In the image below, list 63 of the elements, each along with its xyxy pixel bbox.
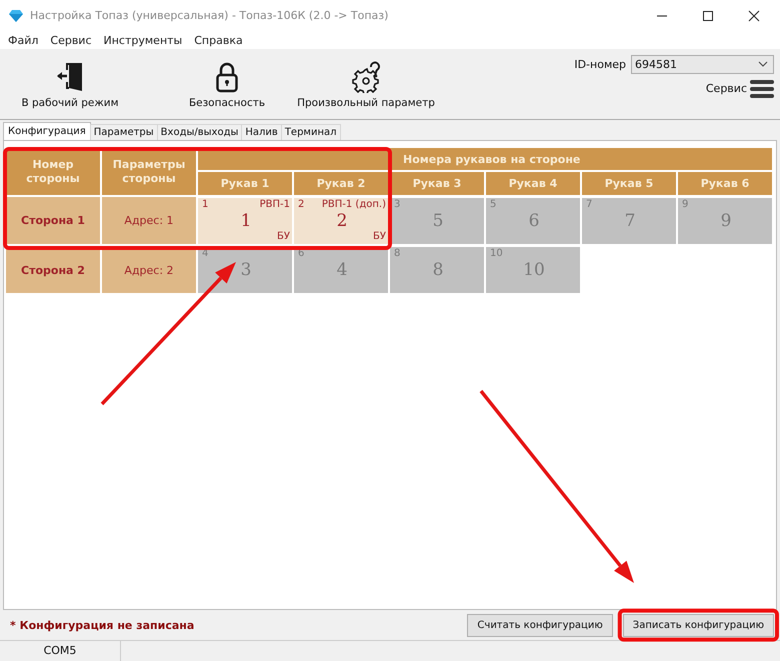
column-header: Рукав 1 [198, 172, 292, 196]
tab[interactable]: Терминал [280, 124, 341, 140]
arm-number: 8 [432, 260, 444, 280]
arm-number: 6 [528, 211, 540, 232]
maximize-icon [702, 10, 714, 22]
arm-index: 7 [586, 199, 592, 212]
menu-item[interactable]: Справка [194, 34, 243, 47]
door-exit-icon [56, 60, 84, 93]
table-cell: Адрес: 2 [102, 247, 196, 294]
column-header: Рукав 4 [486, 172, 580, 196]
arm-unit: БУ [372, 231, 386, 242]
field-label: ID-номер [574, 58, 626, 71]
column-header: Рукав 2 [294, 172, 388, 196]
arm-number: 1 [240, 211, 252, 232]
arm-number: 10 [522, 260, 546, 280]
arm-index: 5 [490, 199, 496, 212]
status-message: * Конфигурация не записана [10, 618, 196, 632]
menu-item[interactable]: Файл [8, 34, 38, 47]
arm-index: 3 [394, 199, 400, 212]
arm-number: 2 [336, 211, 348, 232]
arm-number: 4 [336, 260, 348, 280]
table-cell: Адрес: 1 [102, 197, 196, 244]
arm-number: 5 [432, 211, 444, 232]
table-cell: Сторона 2 [6, 247, 100, 294]
arm-type: РВП-1 (доп.) [322, 199, 386, 212]
service-menu-button[interactable]: Сервис [706, 80, 774, 98]
arm-index: 2 [298, 199, 304, 212]
column-header: Параметры стороны [102, 148, 196, 196]
column-header: Рукав 3 [390, 172, 484, 196]
gear-question-icon [352, 60, 380, 93]
action-button[interactable]: Считать конфигурацию [467, 614, 613, 637]
toolbar-button[interactable]: Произвольный параметр [296, 60, 436, 109]
arm-number: 9 [720, 211, 732, 232]
arm-number: 7 [624, 211, 636, 232]
menu-icon [750, 80, 774, 98]
chevron-down-icon [758, 61, 768, 68]
arm-index: 9 [682, 199, 688, 212]
tab[interactable]: Входы/выходы [156, 124, 242, 140]
table-cell: Сторона 1 [6, 197, 100, 244]
tab[interactable]: Конфигурация [3, 122, 91, 140]
column-header: Рукав 6 [678, 172, 772, 196]
menu-item[interactable]: Инструменты [104, 34, 182, 47]
arm-type: РВП-1 [260, 199, 290, 212]
status-text: COM5 [0, 641, 121, 661]
arm-index: 10 [490, 248, 503, 260]
arm-number: 3 [240, 260, 252, 280]
toolbar-button[interactable]: Безопасность [177, 60, 277, 109]
arm-index: 1 [202, 199, 208, 212]
arm-cell[interactable]: 1 РВП-1 1 БУ [198, 198, 292, 244]
column-header: Рукав 5 [582, 172, 676, 196]
tab[interactable]: Параметры [90, 124, 158, 140]
menu-item[interactable]: Сервис [50, 34, 92, 47]
diamond-icon [9, 10, 23, 22]
id-dropdown[interactable]: 694581 [631, 54, 774, 74]
close-icon [748, 10, 760, 22]
column-header: Номера рукавов на стороне [198, 148, 772, 170]
toolbar-button[interactable]: В рабочий режим [20, 60, 120, 109]
arm-index: 8 [394, 248, 400, 260]
action-button[interactable]: Записать конфигурацию [622, 614, 774, 637]
arm-cell[interactable]: 2 РВП-1 (доп.) 2 БУ [294, 198, 388, 244]
window-title: Настройка Топаз (универсальная) - Топаз-106К (2.0 -> Топаз) [30, 9, 390, 22]
column-header: Номер стороны [6, 148, 100, 196]
arm-unit: БУ [276, 231, 290, 242]
